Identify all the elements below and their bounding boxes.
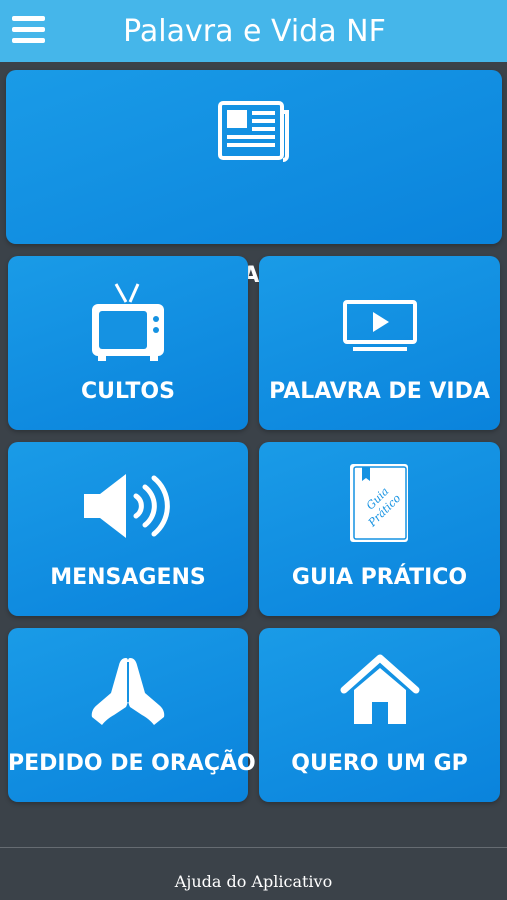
television-icon	[8, 282, 248, 362]
footer-divider	[0, 847, 507, 848]
tile-quero-um-gp[interactable]: QUERO UM GP	[259, 628, 500, 802]
app-title: Palavra e Vida NF	[123, 14, 386, 49]
guide-book-icon: Guia Prático	[259, 462, 500, 544]
house-icon	[259, 654, 500, 728]
tile-pedido-de-oracao[interactable]: PEDIDO DE ORAÇÃO	[8, 628, 256, 802]
tile-guia-pratico[interactable]: Guia Prático GUIA PRÁTICO	[259, 442, 500, 616]
tile-label: PEDIDO DE ORAÇÃO	[8, 751, 256, 776]
video-player-icon	[259, 300, 500, 354]
tile-label: MENSAGENS	[50, 565, 206, 590]
tile-palavra-de-vida[interactable]: PALAVRA DE VIDA	[259, 256, 500, 430]
tile-label: CULTOS	[81, 379, 175, 404]
help-link[interactable]: Ajuda do Aplicativo	[0, 872, 507, 891]
tile-label: QUERO UM GP	[291, 751, 468, 776]
app-header: Palavra e Vida NF	[0, 0, 507, 62]
tile-leitura-diaria[interactable]: LEITURA DIÁRIA	[6, 70, 502, 288]
tile-cultos[interactable]: CULTOS	[8, 256, 248, 430]
tile-mensagens[interactable]: MENSAGENS	[8, 442, 248, 616]
praying-hands-icon	[8, 652, 248, 726]
newspaper-icon	[6, 100, 502, 162]
tile-label: PALAVRA DE VIDA	[269, 379, 490, 404]
tile-label: GUIA PRÁTICO	[291, 565, 468, 590]
speaker-volume-icon	[8, 470, 248, 542]
